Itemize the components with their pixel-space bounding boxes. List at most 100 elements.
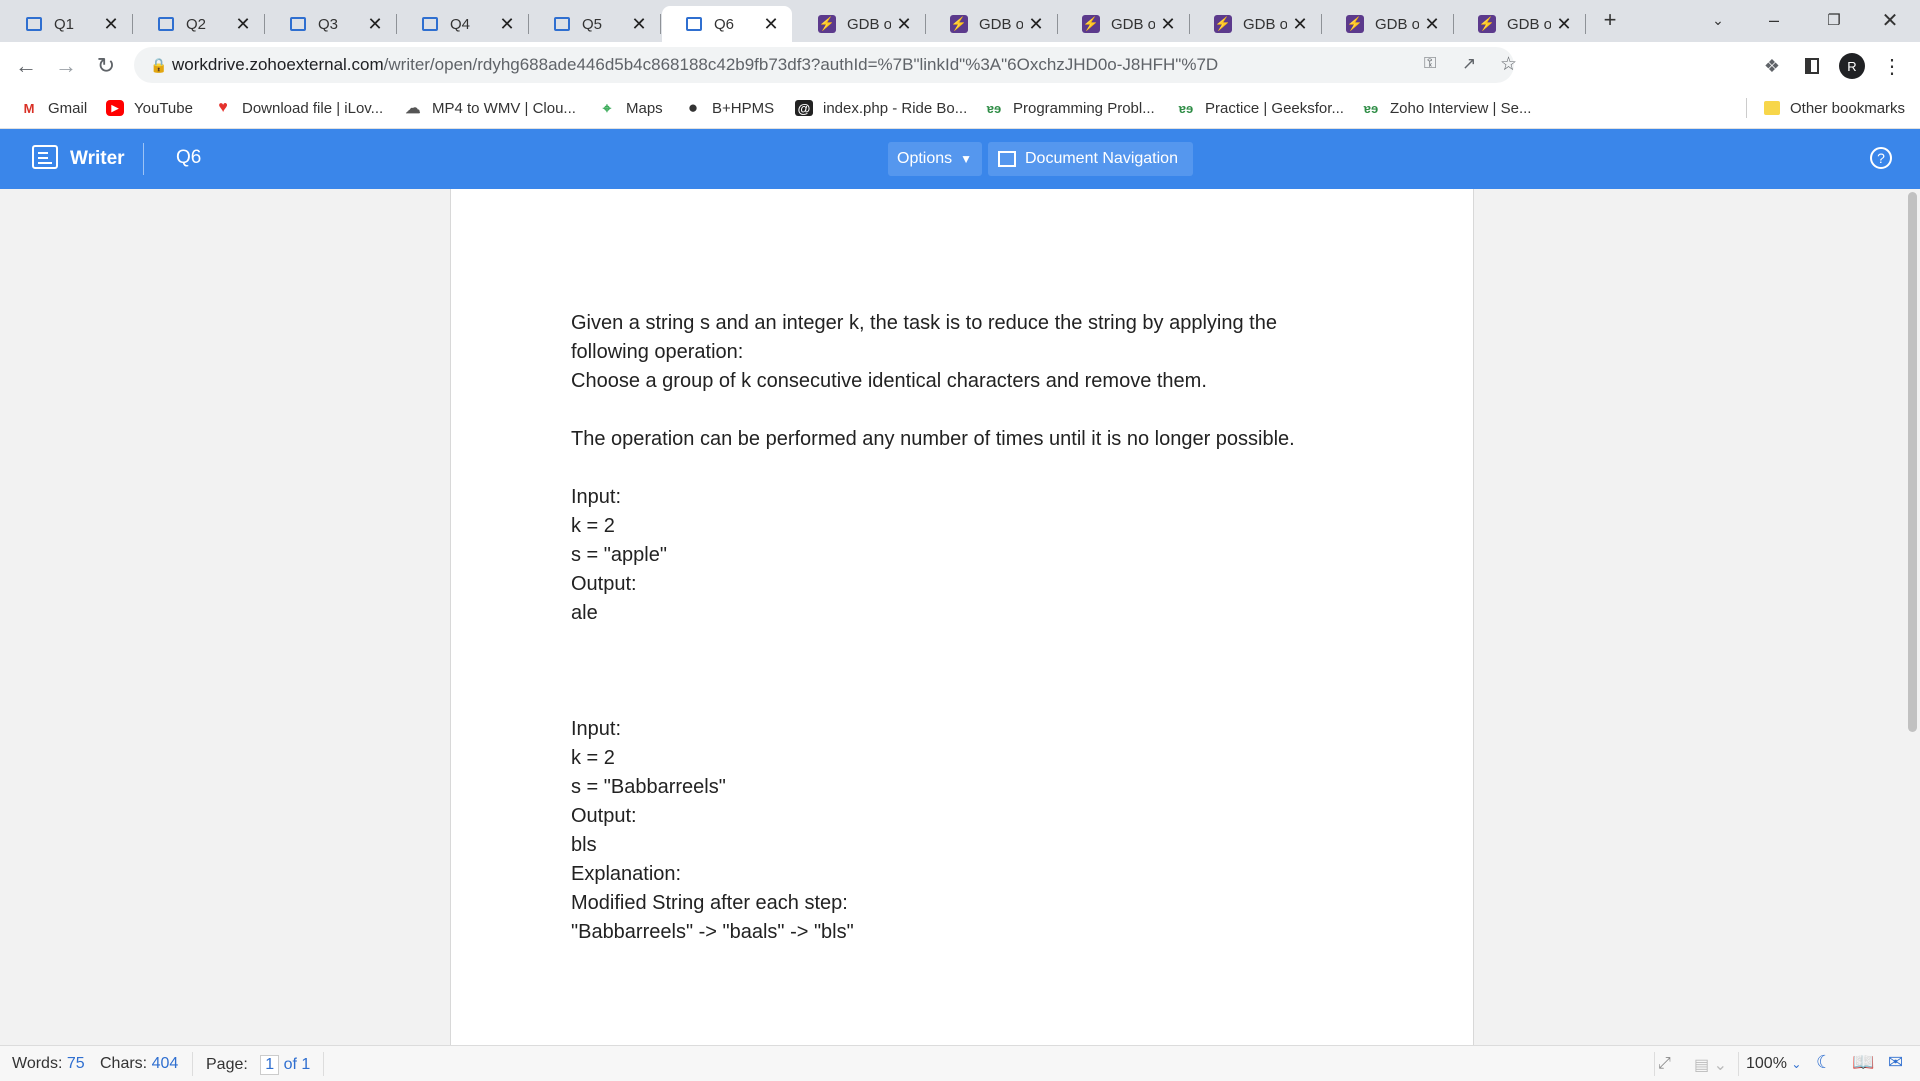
browser-tab[interactable]: ⚡ GDB on✕: [795, 6, 926, 42]
restore-button[interactable]: ❐: [1806, 0, 1862, 40]
browser-tab[interactable]: ⚡ GDB on✕: [1059, 6, 1190, 42]
fullscreen-icon[interactable]: ⤢: [1658, 1055, 1671, 1073]
zoom-selector[interactable]: 100% ⌄: [1746, 1055, 1801, 1073]
close-tab-icon[interactable]: ✕: [230, 14, 256, 35]
bookmark-item[interactable]: M Gmail: [20, 98, 88, 118]
browser-tab[interactable]: ⚡ GDB on✕: [1455, 6, 1586, 42]
bookmark-star-icon[interactable]: ☆: [1500, 53, 1517, 76]
other-bookmarks-label: Other bookmarks: [1790, 99, 1906, 117]
browser-tab[interactable]: Q3 ✕: [266, 6, 397, 42]
tab-label: GDB on: [1375, 15, 1419, 33]
writer-doc-icon: [156, 14, 176, 34]
minimize-button[interactable]: –: [1746, 0, 1802, 40]
bookmark-item[interactable]: ☁ MP4 to WMV | Clou...: [404, 98, 576, 118]
forward-button[interactable]: →: [50, 50, 82, 82]
writer-header: Writer Q6 Options ▼ Document Navigation …: [0, 129, 1920, 189]
feedback-mail-icon[interactable]: ✉: [1888, 1052, 1903, 1073]
close-tab-icon[interactable]: ✕: [1551, 14, 1577, 35]
side-panel-icon[interactable]: [1796, 50, 1828, 82]
browser-tab[interactable]: Q2 ✕: [134, 6, 265, 42]
tab-separator: [925, 14, 926, 34]
writer-doc-icon: [288, 14, 308, 34]
document-body[interactable]: Given a string s and an integer k, the t…: [571, 309, 1371, 947]
new-tab-button[interactable]: +: [1580, 0, 1640, 40]
key-icon[interactable]: ⚿: [1424, 55, 1436, 73]
bookmark-item[interactable]: ▶ YouTube: [106, 98, 193, 118]
document-navigation-label: Document Navigation: [1025, 150, 1178, 167]
tab-separator: [1057, 14, 1058, 34]
document-line: Explanation:: [571, 863, 682, 885]
bookmark-item[interactable]: ● B+HPMS: [684, 98, 774, 118]
tab-separator: [528, 14, 529, 34]
char-count[interactable]: Chars: 404: [100, 1055, 178, 1073]
page-view-icon[interactable]: ▤ ⌄: [1694, 1055, 1727, 1075]
bookmark-item[interactable]: ɐɘ Zoho Interview | Se...: [1362, 98, 1532, 118]
zoom-value: 100%: [1746, 1055, 1787, 1072]
document-page[interactable]: Given a string s and an integer k, the t…: [450, 189, 1474, 1045]
close-tab-icon[interactable]: ✕: [1419, 14, 1445, 35]
vertical-scrollbar[interactable]: [1905, 189, 1920, 1045]
browser-tab[interactable]: Q4 ✕: [398, 6, 529, 42]
scrollbar-thumb[interactable]: [1908, 192, 1917, 732]
options-button[interactable]: Options ▼: [888, 142, 982, 176]
browser-menu-icon[interactable]: ⋮: [1876, 50, 1908, 82]
other-bookmarks[interactable]: Other bookmarks: [1764, 98, 1905, 118]
word-count[interactable]: Words: 75: [12, 1055, 85, 1073]
browser-toolbar: ← → ↻ 🔒 workdrive.zohoexternal.com/write…: [0, 42, 1920, 88]
app-name[interactable]: Writer: [70, 148, 125, 170]
back-button[interactable]: ←: [10, 50, 42, 82]
words-label: Words:: [12, 1055, 63, 1072]
dark-mode-moon-icon[interactable]: ☾: [1816, 1052, 1832, 1073]
close-tab-icon[interactable]: ✕: [626, 14, 652, 35]
tab-separator: [1453, 14, 1454, 34]
browser-tab[interactable]: Q6 ✕: [662, 6, 792, 42]
page-label: Page:: [206, 1056, 248, 1073]
bookmark-label: Gmail: [48, 99, 88, 117]
page-number-input[interactable]: 1: [260, 1055, 280, 1075]
close-tab-icon[interactable]: ✕: [1155, 14, 1181, 35]
close-tab-icon[interactable]: ✕: [362, 14, 388, 35]
close-tab-icon[interactable]: ✕: [98, 14, 124, 35]
status-divider: [323, 1052, 324, 1076]
share-icon[interactable]: ↗: [1462, 54, 1476, 74]
writer-doc-icon: [24, 14, 44, 34]
browser-tab[interactable]: ⚡ GDB on✕: [1191, 6, 1322, 42]
close-tab-icon[interactable]: ✕: [891, 14, 917, 35]
close-tab-icon[interactable]: ✕: [494, 14, 520, 35]
document-title[interactable]: Q6: [176, 147, 201, 169]
close-tab-icon[interactable]: ✕: [1287, 14, 1313, 35]
header-divider: [143, 143, 144, 175]
profile-avatar[interactable]: R: [1836, 50, 1868, 82]
bookmark-item[interactable]: ♥ Download file | iLov...: [214, 98, 383, 118]
help-icon[interactable]: ?: [1870, 147, 1892, 169]
close-tab-icon[interactable]: ✕: [1023, 14, 1049, 35]
bookmark-label: index.php - Ride Bo...: [823, 99, 968, 117]
lock-icon[interactable]: 🔒: [150, 57, 167, 74]
close-window-button[interactable]: ✕: [1862, 0, 1918, 40]
browser-tab[interactable]: ⚡ GDB on✕: [927, 6, 1058, 42]
tab-search-chevron-icon[interactable]: ⌄: [1690, 0, 1746, 40]
close-tab-icon[interactable]: ✕: [758, 14, 784, 35]
address-bar[interactable]: 🔒 workdrive.zohoexternal.com/writer/open…: [134, 47, 1517, 83]
browser-tab[interactable]: Q1 ✕: [2, 6, 133, 42]
chars-label: Chars:: [100, 1055, 148, 1072]
zoom-chevron-icon: ⌄: [1791, 1057, 1802, 1071]
chars-value: 404: [151, 1055, 179, 1072]
tab-label: Q3: [318, 15, 339, 33]
extensions-icon[interactable]: ❖: [1756, 50, 1788, 82]
browser-tab[interactable]: ⚡ GDB on✕: [1323, 6, 1454, 42]
reload-button[interactable]: ↻: [90, 50, 122, 82]
bookmark-item[interactable]: ɐɘ Programming Probl...: [985, 98, 1155, 118]
chevron-down-icon: ▼: [960, 152, 973, 166]
bookmark-item[interactable]: @ index.php - Ride Bo...: [795, 98, 967, 118]
bookmark-item[interactable]: ⌖ Maps: [598, 98, 663, 118]
tab-label: Q4: [450, 15, 471, 33]
writer-doc-icon: [552, 14, 572, 34]
reading-mode-icon[interactable]: 📖: [1852, 1052, 1874, 1073]
document-line: ale: [571, 602, 598, 624]
browser-tab[interactable]: Q5 ✕: [530, 6, 661, 42]
bookmark-item[interactable]: ɐɘ Practice | Geeksfor...: [1177, 98, 1344, 118]
document-navigation-button[interactable]: Document Navigation: [988, 142, 1193, 176]
